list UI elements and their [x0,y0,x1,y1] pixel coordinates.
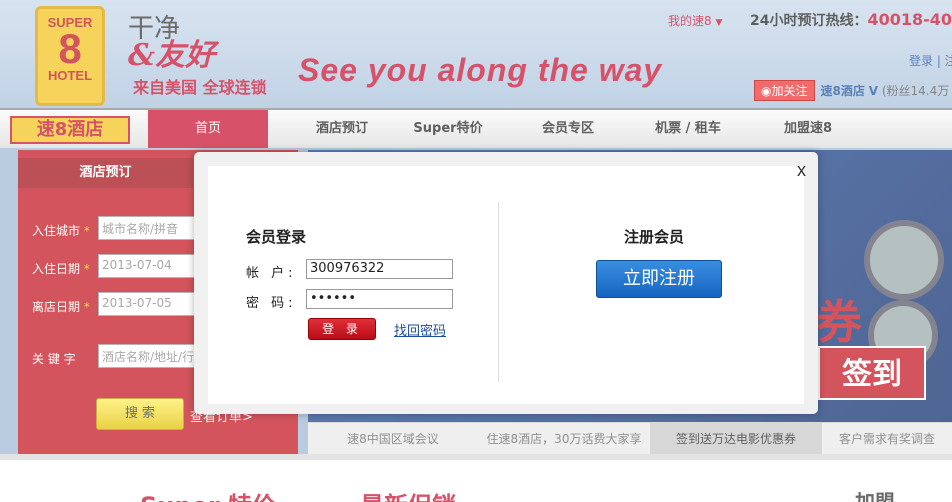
login-modal: x 会员登录 帐 户: 300976322 密 码: •••••• 登 录 找回… [194,152,818,414]
close-icon[interactable]: x [797,160,806,181]
register-title: 注册会员 [624,228,685,246]
member-login-title: 会员登录 [246,228,307,246]
login-button[interactable]: 登 录 [308,318,376,340]
password-input[interactable]: •••••• [306,289,453,309]
account-label: 帐 户: [246,266,297,281]
modal-divider [498,202,499,382]
forgot-password-link[interactable]: 找回密码 [394,320,446,339]
password-label: 密 码: [246,296,297,311]
account-input[interactable]: 300976322 [306,259,453,279]
register-button[interactable]: 立即注册 [596,260,722,298]
